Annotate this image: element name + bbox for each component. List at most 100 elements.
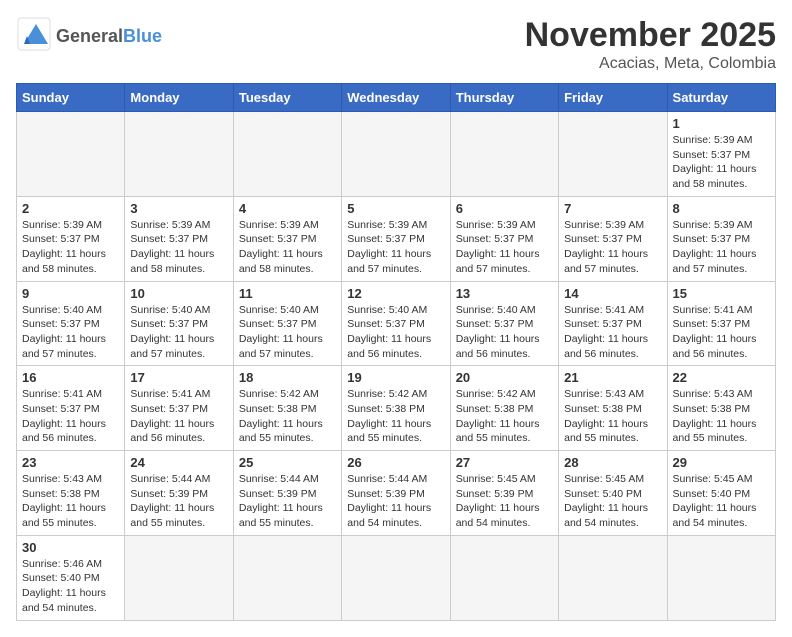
day-info: Sunrise: 5:39 AMSunset: 5:37 PMDaylight:… [239, 218, 336, 277]
day-number: 11 [239, 286, 336, 301]
day-number: 16 [22, 370, 119, 385]
day-number: 25 [239, 455, 336, 470]
calendar-cell: 16 Sunrise: 5:41 AMSunset: 5:37 PMDayligh… [17, 366, 125, 451]
day-info: Sunrise: 5:39 AMSunset: 5:37 PMDaylight:… [22, 218, 119, 277]
calendar-cell: 7 Sunrise: 5:39 AMSunset: 5:37 PMDaylight… [559, 196, 667, 281]
day-info: Sunrise: 5:40 AMSunset: 5:37 PMDaylight:… [130, 303, 227, 362]
page-header: GeneralBlue November 2025 Acacias, Meta,… [16, 16, 776, 73]
calendar-cell: 9 Sunrise: 5:40 AMSunset: 5:37 PMDaylight… [17, 281, 125, 366]
day-info: Sunrise: 5:43 AMSunset: 5:38 PMDaylight:… [564, 387, 661, 446]
day-number: 9 [22, 286, 119, 301]
calendar-cell: 23 Sunrise: 5:43 AMSunset: 5:38 PMDayligh… [17, 451, 125, 536]
day-info: Sunrise: 5:42 AMSunset: 5:38 PMDaylight:… [239, 387, 336, 446]
weekday-header: Thursday [450, 84, 558, 112]
calendar-cell [450, 112, 558, 197]
calendar-cell: 17Sunrise: 5:41 AMSunset: 5:37 PMDayligh… [125, 366, 233, 451]
day-number: 23 [22, 455, 119, 470]
day-info: Sunrise: 5:43 AMSunset: 5:38 PMDaylight:… [673, 387, 770, 446]
calendar-cell [125, 535, 233, 620]
day-number: 30 [22, 540, 119, 555]
calendar-cell: 21 Sunrise: 5:43 AMSunset: 5:38 PMDayligh… [559, 366, 667, 451]
calendar-cell: 1 Sunrise: 5:39 AMSunset: 5:37 PMDaylight… [667, 112, 775, 197]
day-number: 12 [347, 286, 444, 301]
day-info: Sunrise: 5:40 AMSunset: 5:37 PMDaylight:… [22, 303, 119, 362]
day-info: Sunrise: 5:44 AMSunset: 5:39 PMDaylight:… [239, 472, 336, 531]
calendar-cell: 30Sunrise: 5:46 AMSunset: 5:40 PMDayligh… [17, 535, 125, 620]
weekday-header: Friday [559, 84, 667, 112]
location: Acacias, Meta, Colombia [525, 55, 776, 73]
day-number: 22 [673, 370, 770, 385]
calendar-cell: 22 Sunrise: 5:43 AMSunset: 5:38 PMDayligh… [667, 366, 775, 451]
day-number: 2 [22, 201, 119, 216]
calendar-cell: 3 Sunrise: 5:39 AMSunset: 5:37 PMDaylight… [125, 196, 233, 281]
day-number: 24 [130, 455, 227, 470]
day-info: Sunrise: 5:39 AMSunset: 5:37 PMDaylight:… [673, 218, 770, 277]
calendar-cell: 20Sunrise: 5:42 AMSunset: 5:38 PMDayligh… [450, 366, 558, 451]
calendar-cell [125, 112, 233, 197]
calendar-cell: 12Sunrise: 5:40 AMSunset: 5:37 PMDayligh… [342, 281, 450, 366]
calendar-cell [342, 535, 450, 620]
calendar-cell: 2 Sunrise: 5:39 AMSunset: 5:37 PMDaylight… [17, 196, 125, 281]
day-info: Sunrise: 5:39 AMSunset: 5:37 PMDaylight:… [673, 133, 770, 192]
calendar-week-row: 9 Sunrise: 5:40 AMSunset: 5:37 PMDaylight… [17, 281, 776, 366]
calendar-cell: 24 Sunrise: 5:44 AMSunset: 5:39 PMDayligh… [125, 451, 233, 536]
day-info: Sunrise: 5:40 AMSunset: 5:37 PMDaylight:… [239, 303, 336, 362]
day-number: 28 [564, 455, 661, 470]
calendar-cell: 14Sunrise: 5:41 AMSunset: 5:37 PMDayligh… [559, 281, 667, 366]
day-number: 1 [673, 116, 770, 131]
day-number: 8 [673, 201, 770, 216]
day-number: 26 [347, 455, 444, 470]
day-info: Sunrise: 5:39 AMSunset: 5:37 PMDaylight:… [347, 218, 444, 277]
day-number: 3 [130, 201, 227, 216]
calendar-week-row: 2 Sunrise: 5:39 AMSunset: 5:37 PMDaylight… [17, 196, 776, 281]
weekday-header-row: SundayMondayTuesdayWednesdayThursdayFrid… [17, 84, 776, 112]
day-number: 19 [347, 370, 444, 385]
calendar-cell [17, 112, 125, 197]
day-number: 13 [456, 286, 553, 301]
calendar-cell: 13 Sunrise: 5:40 AMSunset: 5:37 PMDayligh… [450, 281, 558, 366]
day-number: 29 [673, 455, 770, 470]
day-info: Sunrise: 5:44 AMSunset: 5:39 PMDaylight:… [130, 472, 227, 531]
day-number: 18 [239, 370, 336, 385]
calendar-cell: 6Sunrise: 5:39 AMSunset: 5:37 PMDaylight… [450, 196, 558, 281]
title-block: November 2025 Acacias, Meta, Colombia [525, 16, 776, 73]
logo: GeneralBlue [16, 16, 162, 57]
day-number: 5 [347, 201, 444, 216]
calendar-cell: 27 Sunrise: 5:45 AMSunset: 5:39 PMDayligh… [450, 451, 558, 536]
calendar-cell [559, 535, 667, 620]
calendar-cell: 19Sunrise: 5:42 AMSunset: 5:38 PMDayligh… [342, 366, 450, 451]
day-info: Sunrise: 5:41 AMSunset: 5:37 PMDaylight:… [564, 303, 661, 362]
calendar-cell: 4Sunrise: 5:39 AMSunset: 5:37 PMDaylight… [233, 196, 341, 281]
day-number: 27 [456, 455, 553, 470]
logo-text: GeneralBlue [56, 26, 162, 47]
day-number: 20 [456, 370, 553, 385]
day-info: Sunrise: 5:45 AMSunset: 5:39 PMDaylight:… [456, 472, 553, 531]
calendar-week-row: 23 Sunrise: 5:43 AMSunset: 5:38 PMDayligh… [17, 451, 776, 536]
calendar-cell: 8 Sunrise: 5:39 AMSunset: 5:37 PMDaylight… [667, 196, 775, 281]
calendar-cell: 11 Sunrise: 5:40 AMSunset: 5:37 PMDayligh… [233, 281, 341, 366]
day-info: Sunrise: 5:41 AMSunset: 5:37 PMDaylight:… [22, 387, 119, 446]
calendar-cell [233, 112, 341, 197]
day-info: Sunrise: 5:39 AMSunset: 5:37 PMDaylight:… [564, 218, 661, 277]
month-title: November 2025 [525, 16, 776, 55]
weekday-header: Sunday [17, 84, 125, 112]
calendar-table: SundayMondayTuesdayWednesdayThursdayFrid… [16, 83, 776, 621]
day-info: Sunrise: 5:41 AMSunset: 5:37 PMDaylight:… [673, 303, 770, 362]
calendar-cell [342, 112, 450, 197]
day-number: 21 [564, 370, 661, 385]
calendar-week-row: 30Sunrise: 5:46 AMSunset: 5:40 PMDayligh… [17, 535, 776, 620]
day-info: Sunrise: 5:44 AMSunset: 5:39 PMDaylight:… [347, 472, 444, 531]
calendar-cell: 29Sunrise: 5:45 AMSunset: 5:40 PMDayligh… [667, 451, 775, 536]
calendar-cell: 10 Sunrise: 5:40 AMSunset: 5:37 PMDayligh… [125, 281, 233, 366]
calendar-cell [559, 112, 667, 197]
day-number: 10 [130, 286, 227, 301]
day-number: 7 [564, 201, 661, 216]
calendar-week-row: 1 Sunrise: 5:39 AMSunset: 5:37 PMDaylight… [17, 112, 776, 197]
day-info: Sunrise: 5:39 AMSunset: 5:37 PMDaylight:… [130, 218, 227, 277]
weekday-header: Tuesday [233, 84, 341, 112]
day-number: 17 [130, 370, 227, 385]
calendar-cell: 28Sunrise: 5:45 AMSunset: 5:40 PMDayligh… [559, 451, 667, 536]
calendar-cell [233, 535, 341, 620]
day-info: Sunrise: 5:40 AMSunset: 5:37 PMDaylight:… [456, 303, 553, 362]
day-info: Sunrise: 5:43 AMSunset: 5:38 PMDaylight:… [22, 472, 119, 531]
